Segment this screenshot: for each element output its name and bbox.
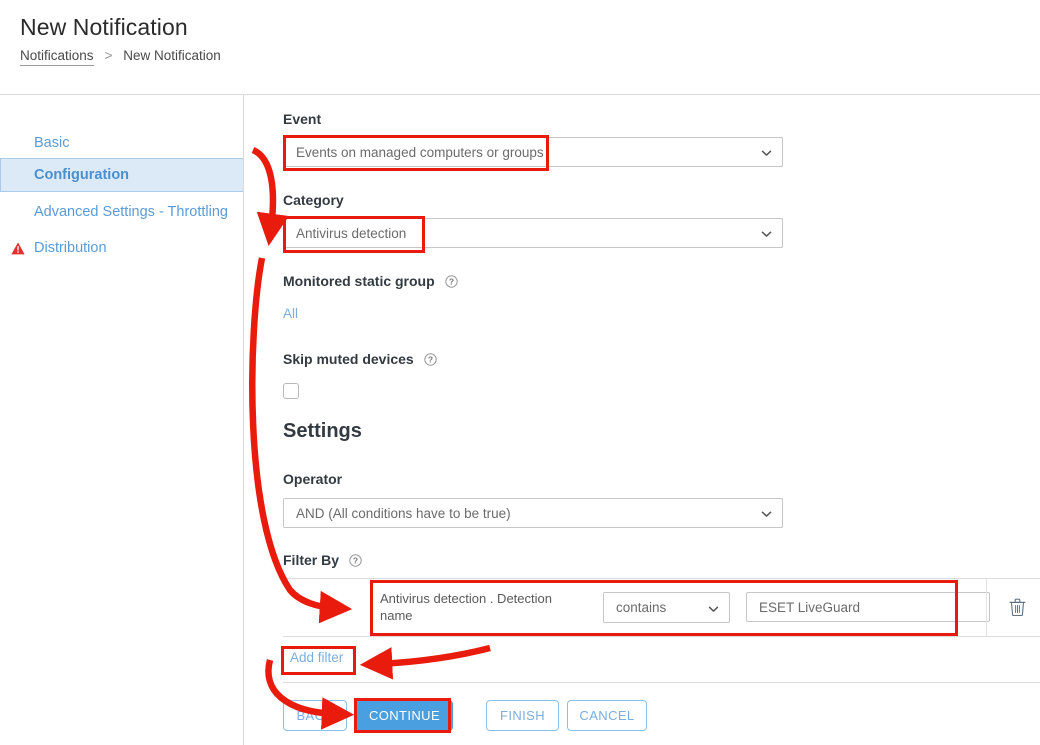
sidebar-item-basic[interactable]: Basic xyxy=(0,127,243,159)
category-label: Category xyxy=(283,192,344,208)
filter-row-divider xyxy=(986,579,987,636)
cancel-button[interactable]: CANCEL xyxy=(567,700,647,731)
monitored-static-group-value-link[interactable]: All xyxy=(283,306,298,321)
chevron-down-icon xyxy=(761,147,772,158)
breadcrumb-separator-icon: > xyxy=(104,47,113,63)
filter-by-label: Filter By ? xyxy=(283,552,362,568)
filter-operator-select[interactable]: contains xyxy=(603,592,730,623)
chevron-down-icon xyxy=(708,602,719,613)
table-row: Antivirus detection . Detection name con… xyxy=(283,579,1040,636)
event-select-value: Events on managed computers or groups xyxy=(296,144,544,160)
sidebar-item-distribution[interactable]: Distribution xyxy=(0,232,243,264)
monitored-static-group-label-text: Monitored static group xyxy=(283,273,435,289)
warning-triangle-icon xyxy=(11,241,25,255)
skip-muted-devices-checkbox[interactable] xyxy=(283,383,299,399)
main-content: Event Events on managed computers or gro… xyxy=(244,95,1040,745)
filter-value-text: ESET LiveGuard xyxy=(759,599,861,615)
operator-label: Operator xyxy=(283,471,343,487)
filter-by-label-text: Filter By xyxy=(283,552,340,568)
sidebar-item-label: Configuration xyxy=(34,167,130,183)
event-label: Event xyxy=(283,111,322,127)
continue-button[interactable]: CONTINUE xyxy=(356,700,453,731)
sidebar-nav: Basic Configuration Advanced Settings - … xyxy=(0,95,262,745)
add-filter-row-bottom-border xyxy=(283,682,1040,683)
page-title: New Notification xyxy=(20,14,188,40)
trash-icon[interactable] xyxy=(1009,598,1026,617)
chevron-down-icon xyxy=(761,228,772,239)
operator-select-value: AND (All conditions have to be true) xyxy=(296,505,511,521)
sidebar-item-label: Distribution xyxy=(34,240,107,256)
svg-text:?: ? xyxy=(353,556,358,566)
svg-text:?: ? xyxy=(448,277,453,287)
question-circle-icon[interactable]: ? xyxy=(444,275,458,288)
question-circle-icon[interactable]: ? xyxy=(349,554,362,567)
chevron-down-icon xyxy=(761,508,772,519)
skip-muted-devices-label: Skip muted devices ? xyxy=(283,351,437,367)
skip-muted-devices-label-text: Skip muted devices xyxy=(283,351,414,367)
filter-field-name: Antivirus detection . Detection name xyxy=(380,591,552,623)
breadcrumb-current: New Notification xyxy=(123,48,221,63)
svg-text:?: ? xyxy=(428,355,433,365)
sidebar-item-advanced-settings-throttling[interactable]: Advanced Settings - Throttling xyxy=(0,196,243,228)
page-header: New Notification Notifications > New Not… xyxy=(0,0,1040,94)
settings-section-heading: Settings xyxy=(283,420,362,442)
sidebar-item-label: Basic xyxy=(34,135,70,151)
finish-button[interactable]: FINISH xyxy=(486,700,559,731)
breadcrumb-link-notifications[interactable]: Notifications xyxy=(20,48,94,66)
sidebar-item-configuration[interactable]: Configuration xyxy=(0,158,262,192)
breadcrumb: Notifications > New Notification xyxy=(20,47,221,66)
category-select[interactable]: Antivirus detection xyxy=(283,218,783,248)
question-circle-icon[interactable]: ? xyxy=(423,353,437,366)
operator-select[interactable]: AND (All conditions have to be true) xyxy=(283,498,783,528)
back-button[interactable]: BACK xyxy=(283,700,347,731)
filter-row-bottom-border xyxy=(283,636,1040,637)
filter-value-input[interactable]: ESET LiveGuard xyxy=(746,592,990,622)
filter-operator-value: contains xyxy=(616,600,667,615)
category-select-value: Antivirus detection xyxy=(296,225,407,241)
add-filter-link[interactable]: Add filter xyxy=(290,650,343,665)
sidebar-item-label: Advanced Settings - Throttling xyxy=(34,204,228,220)
event-select[interactable]: Events on managed computers or groups xyxy=(283,137,783,167)
monitored-static-group-label: Monitored static group ? xyxy=(283,273,458,289)
app-window: New Notification Notifications > New Not… xyxy=(0,0,1040,745)
